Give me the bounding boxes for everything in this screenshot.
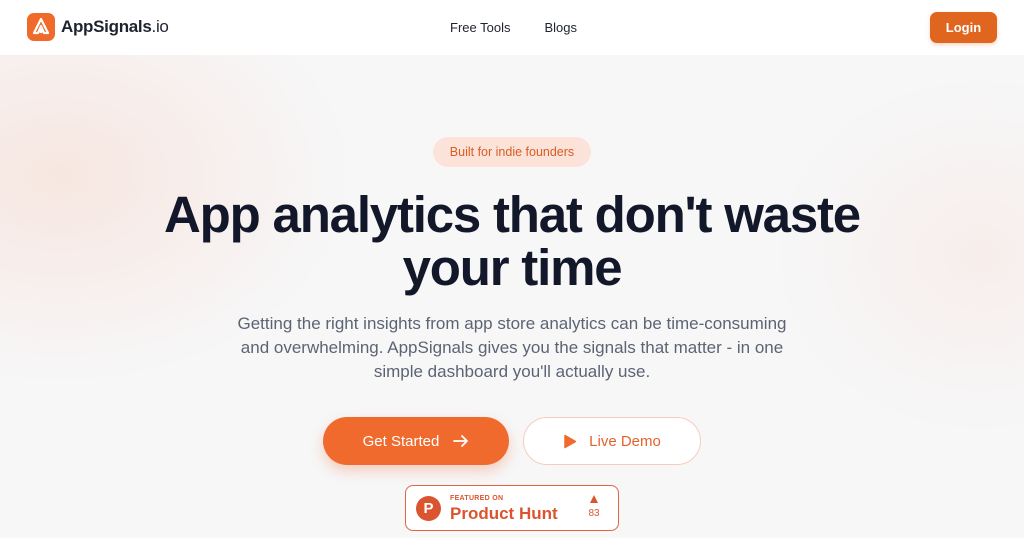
hero-title: App analytics that don't waste your time	[112, 188, 912, 294]
play-icon	[564, 434, 577, 448]
product-hunt-vote-count: 83	[588, 508, 600, 519]
live-demo-label: Live Demo	[589, 432, 661, 450]
hero-subtitle: Getting the right insights from app stor…	[237, 314, 787, 381]
appsignals-logo-icon	[27, 13, 55, 41]
product-hunt-name: Product Hunt	[450, 504, 558, 523]
product-hunt-logo-icon: P	[416, 496, 441, 521]
product-hunt-votes: 83	[582, 495, 606, 519]
product-hunt-badge[interactable]: P FEATURED ON Product Hunt 83	[405, 485, 619, 531]
hero-section: Built for indie founders App analytics t…	[0, 55, 1024, 538]
main-nav: Free Tools Blogs	[450, 20, 577, 35]
product-hunt-featured-label: FEATURED ON	[450, 495, 504, 502]
brand-logo[interactable]: AppSignals.io	[27, 13, 169, 41]
live-demo-button[interactable]: Live Demo	[523, 417, 701, 465]
hero-badge: Built for indie founders	[433, 137, 591, 167]
hero-title-line-1: App analytics that don't waste	[164, 186, 861, 243]
hero-title-line-2: your time	[402, 239, 623, 296]
get-started-label: Get Started	[362, 432, 440, 450]
get-started-button[interactable]: Get Started	[323, 417, 509, 465]
brand-name: AppSignals.io	[61, 17, 169, 36]
upvote-triangle-icon	[590, 495, 598, 503]
login-button[interactable]: Login	[930, 12, 997, 43]
nav-blogs[interactable]: Blogs	[544, 20, 577, 35]
arrow-right-icon	[453, 435, 469, 447]
top-navbar: AppSignals.io Free Tools Blogs Login	[0, 0, 1024, 55]
nav-free-tools[interactable]: Free Tools	[450, 20, 510, 35]
